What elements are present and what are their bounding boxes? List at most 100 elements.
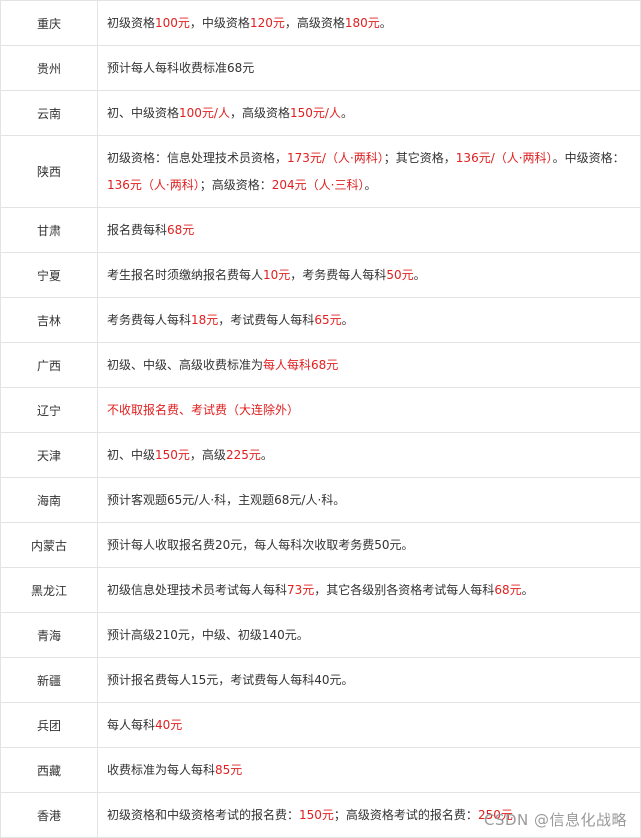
table-body: 重庆 初级资格100元，中级资格120元，高级资格180元。 贵州 预计每人每科收费标… [0,0,641,838]
fee-text: ；高级资格考试的报名费： [333,807,478,822]
fee-table: 重庆 初级资格100元，中级资格120元，高级资格180元。 贵州 预计每人每科收费标… [0,0,641,838]
fee-text: ，高级资格 [229,105,290,120]
fee-description-cell: 初级信息处理技术员考试每人每科73元，其它各级别各资格考试每人每科68元。 [97,567,641,613]
fee-text: ，高级 [189,447,226,462]
fee-text: 报名费每科 [107,222,168,237]
province-cell: 吉林 [0,297,98,343]
fee-text: 初级资格和中级资格考试的报名费： [107,807,300,822]
fee-description-cell: 收费标准为每人每科85元 [97,747,641,793]
fee-description-cell: 初级资格100元，中级资格120元，高级资格180元。 [97,0,641,46]
table-row: 海南 预计客观题65元/人·科，主观题68元/人·科。 [0,477,641,523]
fee-description-cell: 预计客观题65元/人·科，主观题68元/人·科。 [97,477,641,523]
fee-text: 。 [341,312,354,327]
fee-amount-highlight: 180元 [344,15,380,30]
fee-text: 预计每人收取报名费20元，每人每科次收取考务费50元。 [107,537,414,552]
fee-amount-highlight: 65元 [314,312,342,327]
province-cell: 青海 [0,612,98,658]
fee-description-cell: 初级、中级、高级收费标准为每人每科68元 [97,342,641,388]
fee-text: ，中级资格 [189,15,250,30]
fee-amount-highlight: 150元 [299,807,334,822]
table-row: 重庆 初级资格100元，中级资格120元，高级资格180元。 [0,0,641,46]
fee-description-cell: 预计每人每科收费标准68元 [97,45,641,91]
fee-amount-highlight: 100元/人 [179,105,230,120]
fee-description-cell: 初级资格：信息处理技术员资格，173元/（人·两科）；其它资格，136元/（人·… [97,135,641,208]
table-row: 贵州 预计每人每科收费标准68元 [0,45,641,91]
province-cell: 云南 [0,90,98,136]
table-row: 辽宁 不收取报名费、考试费（大连除外） [0,387,641,433]
fee-description-cell: 每人每科40元 [97,702,641,748]
fee-text: ，考务费每人每科 [290,267,387,282]
province-cell: 贵州 [0,45,98,91]
fee-text: 初、中级资格 [107,105,180,120]
table-row: 广西 初级、中级、高级收费标准为每人每科68元 [0,342,641,388]
fee-description-cell: 不收取报名费、考试费（大连除外） [97,387,641,433]
fee-amount-highlight: 68元 [494,582,522,597]
watermark: CSDN @信息化战略 [483,811,627,829]
fee-text: ，高级资格 [284,15,345,30]
province-cell: 海南 [0,477,98,523]
table-row: 云南 初、中级资格100元/人，高级资格150元/人。 [0,90,641,136]
fee-text: 。 [364,177,377,192]
fee-text: 考生报名时须缴纳报名费每人 [107,267,264,282]
fee-text: ；其它资格， [383,150,456,165]
province-cell: 宁夏 [0,252,98,298]
fee-amount-highlight: 150元/人 [289,105,341,120]
fee-text: 考务费每人每科 [107,312,192,327]
province-cell: 广西 [0,342,98,388]
fee-text: 。 [413,267,426,282]
province-cell: 黑龙江 [0,567,98,613]
fee-description-cell: 初、中级150元，高级225元。 [97,432,641,478]
fee-amount-highlight: 225元 [225,447,261,462]
fee-amount-highlight: 136元（人·两科） [107,177,200,192]
fee-amount-highlight: 150元 [155,447,190,462]
fee-text: 预计高级210元，中级、初级140元。 [107,627,309,642]
fee-amount-highlight: 100元 [155,15,190,30]
fee-description-cell: 考务费每人每科18元，考试费每人每科65元。 [97,297,641,343]
fee-text: 预计每人每科收费标准68元 [107,60,255,75]
fee-text: 初级资格：信息处理技术员资格， [107,150,288,165]
table-row: 兵团 每人每科40元 [0,702,641,748]
fee-text: 初级、中级、高级收费标准为 [107,357,264,372]
fee-amount-highlight: 173元/（人·两科） [287,150,384,165]
province-cell: 辽宁 [0,387,98,433]
table-row: 吉林 考务费每人每科18元，考试费每人每科65元。 [0,297,641,343]
fee-amount-highlight: 136元/（人·两科） [455,150,553,165]
fee-amount-highlight: 204元（人·三科） [271,177,365,192]
fee-text: 。 [379,15,392,30]
province-cell: 新疆 [0,657,98,703]
fee-description-cell: 初、中级资格100元/人，高级资格150元/人。 [97,90,641,136]
province-cell: 陕西 [0,135,98,208]
fee-description-cell: 预计报名费每人15元，考试费每人每科40元。 [97,657,641,703]
province-cell: 重庆 [0,0,98,46]
province-cell: 内蒙古 [0,522,98,568]
fee-amount-highlight: 10元 [263,267,291,282]
table-row: 陕西 初级资格：信息处理技术员资格，173元/（人·两科）；其它资格，136元/（… [0,135,641,208]
fee-description-cell: 预计高级210元，中级、初级140元。 [97,612,641,658]
fee-description-cell: 考生报名时须缴纳报名费每人10元，考务费每人每科50元。 [97,252,641,298]
fee-text: ，考试费每人每科 [218,312,315,327]
fee-text: 初、中级 [107,447,156,462]
table-row: 宁夏 考生报名时须缴纳报名费每人10元，考务费每人每科50元。 [0,252,641,298]
fee-text: 初级资格 [107,15,156,30]
fee-amount-highlight: 18元 [191,312,219,327]
fee-amount-highlight: 不收取报名费、考试费（大连除外） [107,402,300,417]
fee-text: 收费标准为每人每科 [107,762,216,777]
province-cell: 甘肃 [0,207,98,253]
fee-amount-highlight: 50元 [386,267,414,282]
fee-text: 。 [521,582,534,597]
fee-amount-highlight: 每人每科68元 [263,357,339,372]
fee-text: 初级信息处理技术员考试每人每科 [107,582,288,597]
fee-amount-highlight: 40元 [155,717,183,732]
table-row: 青海 预计高级210元，中级、初级140元。 [0,612,641,658]
province-cell: 西藏 [0,747,98,793]
table-row: 西藏 收费标准为每人每科85元 [0,747,641,793]
fee-amount-highlight: 73元 [287,582,315,597]
fee-text: ，其它各级别各资格考试每人每科 [314,582,495,597]
province-cell: 天津 [0,432,98,478]
fee-text: 预计报名费每人15元，考试费每人每科40元。 [107,672,354,687]
table-row: 内蒙古 预计每人收取报名费20元，每人每科次收取考务费50元。 [0,522,641,568]
fee-text: 。中级资格： [552,150,625,165]
fee-text: 。 [260,447,273,462]
table-row: 甘肃 报名费每科68元 [0,207,641,253]
fee-description-cell: 预计每人收取报名费20元，每人每科次收取考务费50元。 [97,522,641,568]
